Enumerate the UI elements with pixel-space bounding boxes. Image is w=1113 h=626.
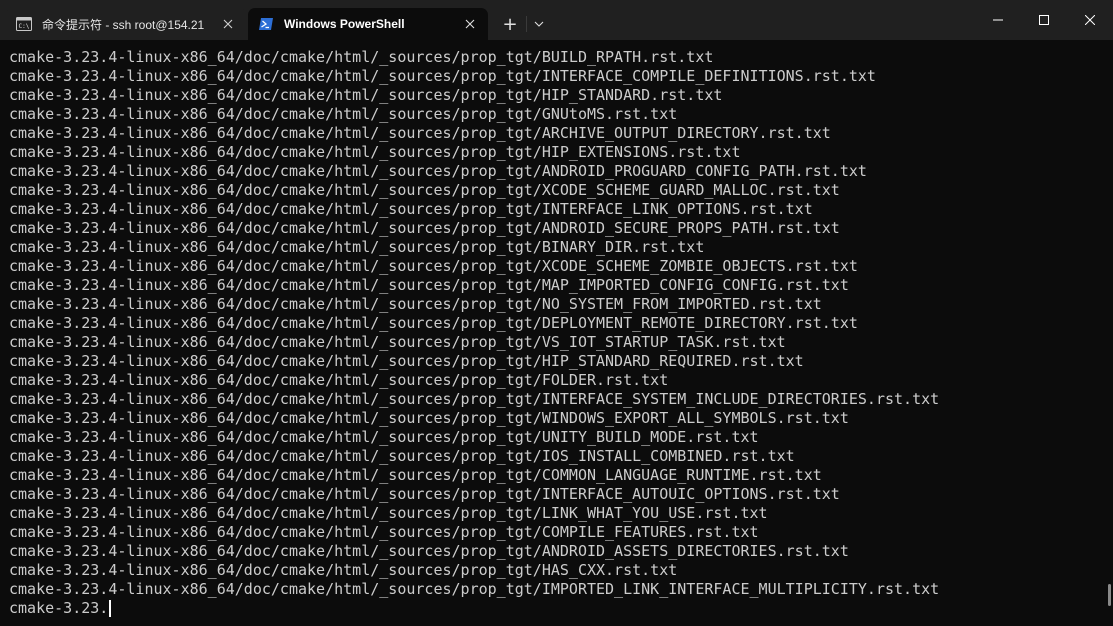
close-icon	[223, 19, 233, 29]
terminal-line: cmake-3.23.4-linux-x86_64/doc/cmake/html…	[9, 124, 831, 142]
terminal-line: cmake-3.23.4-linux-x86_64/doc/cmake/html…	[9, 447, 795, 465]
terminal-line: cmake-3.23.4-linux-x86_64/doc/cmake/html…	[9, 504, 768, 522]
terminal-line: cmake-3.23.4-linux-x86_64/doc/cmake/html…	[9, 181, 840, 199]
terminal-line: cmake-3.23.4-linux-x86_64/doc/cmake/html…	[9, 219, 840, 237]
terminal-line: cmake-3.23.4-linux-x86_64/doc/cmake/html…	[9, 466, 822, 484]
terminal-line: cmake-3.23.4-linux-x86_64/doc/cmake/html…	[9, 561, 678, 579]
terminal-line: cmake-3.23.4-linux-x86_64/doc/cmake/html…	[9, 276, 849, 294]
terminal-line: cmake-3.23.4-linux-x86_64/doc/cmake/html…	[9, 48, 714, 66]
terminal-line: cmake-3.23.4-linux-x86_64/doc/cmake/html…	[9, 523, 759, 541]
terminal-line: cmake-3.23.4-linux-x86_64/doc/cmake/html…	[9, 162, 867, 180]
terminal-line: cmake-3.23.4-linux-x86_64/doc/cmake/html…	[9, 67, 876, 85]
terminal-line: cmake-3.23.4-linux-x86_64/doc/cmake/html…	[9, 542, 849, 560]
terminal-line: cmake-3.23.4-linux-x86_64/doc/cmake/html…	[9, 371, 669, 389]
terminal-output[interactable]: cmake-3.23.4-linux-x86_64/doc/cmake/html…	[0, 40, 1113, 626]
terminal-line: cmake-3.23.4-linux-x86_64/doc/cmake/html…	[9, 352, 804, 370]
close-icon	[465, 19, 475, 29]
maximize-icon	[1039, 15, 1049, 25]
tab-cmd-ssh[interactable]: C:\ 命令提示符 - ssh root@154.21	[6, 8, 246, 40]
terminal-line: cmake-3.23.4-linux-x86_64/doc/cmake/html…	[9, 238, 705, 256]
prompt-line[interactable]: cmake-3.23.	[9, 599, 939, 618]
tab-divider	[526, 16, 527, 32]
cmd-icon: C:\	[16, 16, 32, 32]
new-tab-button[interactable]: +	[496, 12, 524, 36]
tab-close-button[interactable]	[216, 12, 240, 36]
terminal-line: cmake-3.23.4-linux-x86_64/doc/cmake/html…	[9, 143, 741, 161]
terminal-line: cmake-3.23.4-linux-x86_64/doc/cmake/html…	[9, 333, 786, 351]
close-window-button[interactable]	[1067, 0, 1113, 40]
terminal-window: C:\ 命令提示符 - ssh root@154.21 Windows Powe…	[0, 0, 1113, 626]
svg-text:C:\: C:\	[19, 23, 30, 30]
tab-dropdown-button[interactable]	[528, 12, 550, 36]
minimize-button[interactable]	[975, 0, 1021, 40]
tab-title: Windows PowerShell	[284, 17, 405, 31]
scrollbar[interactable]	[1105, 40, 1111, 626]
close-icon	[1085, 15, 1095, 25]
current-input: cmake-3.23.	[9, 599, 109, 617]
terminal-line: cmake-3.23.4-linux-x86_64/doc/cmake/html…	[9, 409, 849, 427]
text-cursor	[109, 600, 112, 617]
terminal-line: cmake-3.23.4-linux-x86_64/doc/cmake/html…	[9, 200, 813, 218]
terminal-line: cmake-3.23.4-linux-x86_64/doc/cmake/html…	[9, 580, 940, 598]
terminal-line: cmake-3.23.4-linux-x86_64/doc/cmake/html…	[9, 105, 678, 123]
terminal-line: cmake-3.23.4-linux-x86_64/doc/cmake/html…	[9, 257, 858, 275]
terminal-line: cmake-3.23.4-linux-x86_64/doc/cmake/html…	[9, 485, 840, 503]
powershell-icon	[258, 16, 274, 32]
title-bar[interactable]: C:\ 命令提示符 - ssh root@154.21 Windows Powe…	[0, 0, 1113, 40]
chevron-down-icon	[534, 21, 544, 27]
minimize-icon	[993, 19, 1003, 21]
terminal-line: cmake-3.23.4-linux-x86_64/doc/cmake/html…	[9, 295, 822, 313]
maximize-button[interactable]	[1021, 0, 1067, 40]
terminal-lines: cmake-3.23.4-linux-x86_64/doc/cmake/html…	[9, 48, 939, 618]
plus-icon: +	[502, 13, 518, 35]
terminal-line: cmake-3.23.4-linux-x86_64/doc/cmake/html…	[9, 428, 759, 446]
scrollbar-thumb[interactable]	[1108, 584, 1111, 606]
terminal-line: cmake-3.23.4-linux-x86_64/doc/cmake/html…	[9, 390, 940, 408]
tab-title: 命令提示符 - ssh root@154.21	[42, 17, 205, 32]
tab-powershell[interactable]: Windows PowerShell	[248, 8, 488, 40]
terminal-line: cmake-3.23.4-linux-x86_64/doc/cmake/html…	[9, 314, 858, 332]
terminal-line: cmake-3.23.4-linux-x86_64/doc/cmake/html…	[9, 86, 723, 104]
tab-close-button[interactable]	[458, 12, 482, 36]
